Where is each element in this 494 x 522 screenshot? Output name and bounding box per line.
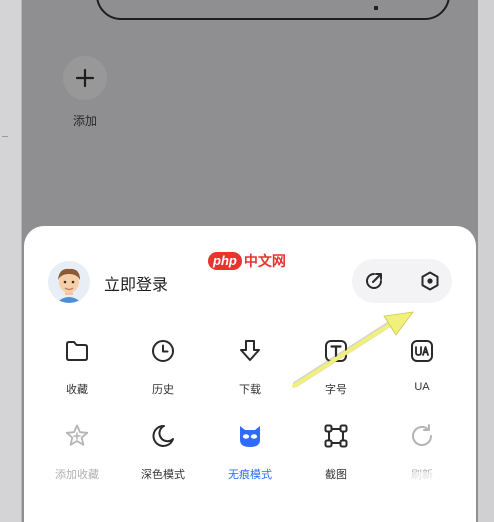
menu-item-history[interactable]: 历史 [127,337,199,397]
folder-icon [66,341,88,361]
ua-icon [411,340,433,362]
watermark-logo-text: 中文网 [243,253,286,269]
search-bar[interactable] [96,0,450,20]
menu-item-bookmarks[interactable]: 收藏 [41,337,113,397]
share-button[interactable] [352,259,396,303]
clock-icon [152,340,174,362]
share-icon [366,273,382,289]
login-link[interactable]: 立即登录 [104,271,168,295]
menu-item-label: 截图 [325,469,347,481]
menu-item-ua[interactable]: UA [386,337,458,393]
menu-item-label: 深色模式 [141,469,185,481]
search-bar-dot [374,6,378,10]
add-shortcut-button[interactable] [63,56,107,100]
menu-item-downloads[interactable]: 下载 [214,337,286,397]
corner-overlay [376,472,476,522]
add-shortcut-label: 添加 [72,114,97,128]
settings-button[interactable] [408,259,452,303]
download-icon [240,340,260,361]
menu-item-label: 收藏 [66,384,88,396]
right-background-panel [478,0,494,522]
font-size-icon [325,340,347,362]
moon-icon [152,424,174,447]
incognito-icon [240,426,260,447]
watermark-logo: php 中文网 [208,250,286,272]
menu-item-add-bookmark[interactable]: 添加收藏 [41,422,113,482]
menu-item-screenshot[interactable]: 截图 [300,422,372,482]
menu-item-label: 添加收藏 [55,469,99,481]
top-actions-group [352,259,452,303]
menu-item-font-size[interactable]: 字号 [300,337,372,397]
left-background-panel [0,0,22,522]
avatar[interactable] [48,261,90,303]
menu-item-label: 字号 [325,384,347,396]
avatar-face-icon [48,261,90,303]
screenshot-icon [324,424,348,448]
settings-hexagon-icon [421,271,439,291]
refresh-icon [412,424,432,446]
star-plus-icon [65,424,89,446]
menu-item-label: 历史 [152,384,174,396]
menu-item-label: 下载 [239,384,261,396]
watermark-logo-mark: php [208,252,242,270]
menu-item-label: UA [414,381,430,393]
menu-item-incognito[interactable]: 无痕模式 [214,422,286,482]
menu-item-label: 无痕模式 [228,469,272,481]
left-panel-mark [2,136,8,137]
menu-item-dark-mode[interactable]: 深色模式 [127,422,199,482]
plus-icon [75,68,95,88]
